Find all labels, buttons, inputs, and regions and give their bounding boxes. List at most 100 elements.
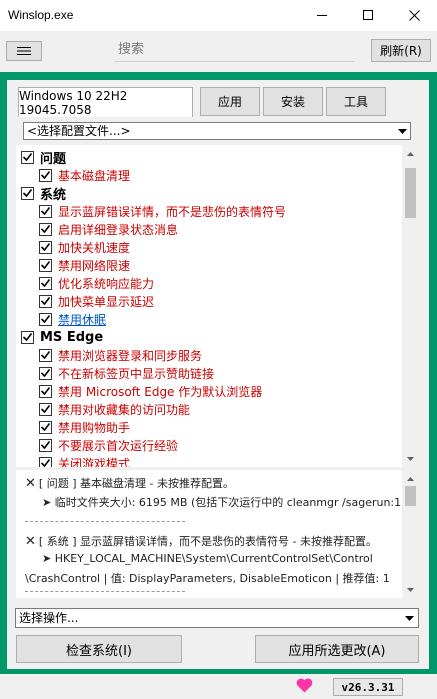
tree-group-ms-edge[interactable]: MS Edge xyxy=(21,328,103,346)
tree-item[interactable]: 禁用对收藏集的访问功能 xyxy=(39,400,190,418)
tree-item[interactable]: 不在新标签页中显示赞助链接 xyxy=(39,364,214,382)
tweak-tree: 问题 基本磁盘清理 系统 显示蓝屏错误详情，而不是悲伤的表情符号 启用详细登录状… xyxy=(16,145,419,467)
tree-scrollbar[interactable] xyxy=(402,145,419,467)
checkbox-checked-icon[interactable] xyxy=(39,456,52,467)
version-badge[interactable]: v26.3.31 xyxy=(333,678,403,696)
checkbox-checked-icon[interactable] xyxy=(39,366,52,380)
tree-item[interactable]: 启用详细登录状态消息 xyxy=(39,220,178,238)
heart-icon[interactable] xyxy=(296,678,313,696)
maximize-icon xyxy=(362,10,373,20)
log-output: ✕[ 问题 ] 基本磁盘清理 - 未按推荐配置。 ➤ 临时文件夹大小: 6195… xyxy=(16,470,419,598)
checkbox-checked-icon[interactable] xyxy=(39,222,52,236)
tree-item[interactable]: 优化系统响应能力 xyxy=(39,274,154,292)
checkbox-checked-icon[interactable] xyxy=(39,276,52,290)
scroll-down-icon[interactable] xyxy=(402,581,419,598)
log-line: ✕[ 问题 ] 基本磁盘清理 - 未按推荐配置。 xyxy=(25,476,234,491)
tree-group-label: 系统 xyxy=(40,187,67,203)
error-x-icon: ✕ xyxy=(25,476,36,491)
tree-item[interactable]: 禁用休眠 xyxy=(39,310,106,328)
refresh-button[interactable]: 刷新(R) xyxy=(371,39,431,62)
apply-changes-button[interactable]: 应用所选更改(A) xyxy=(255,635,419,663)
checkbox-checked-icon[interactable] xyxy=(21,150,34,164)
checkbox-checked-icon[interactable] xyxy=(39,348,52,362)
search-input[interactable] xyxy=(115,38,355,62)
close-button[interactable] xyxy=(391,0,437,31)
chevron-down-icon xyxy=(394,123,410,139)
checkbox-checked-icon[interactable] xyxy=(39,204,52,218)
maximize-button[interactable] xyxy=(345,0,391,31)
tree-item-label: 禁用购物助手 xyxy=(58,420,131,435)
tree-group-issues[interactable]: 问题 xyxy=(21,148,67,167)
tree-item-label: 加快关机速度 xyxy=(58,240,131,255)
tree-item[interactable]: 不要展示首次运行经验 xyxy=(39,436,178,454)
log-scrollbar[interactable] xyxy=(402,470,419,598)
scrollbar-thumb[interactable] xyxy=(405,168,416,218)
tree-item-label: 显示蓝屏错误详情，而不是悲伤的表情符号 xyxy=(58,204,287,219)
tree-item-label: 关闭游戏模式 xyxy=(58,456,131,468)
top-toolbar: 刷新(R) xyxy=(0,31,437,70)
tab-install[interactable]: 安装 xyxy=(263,87,323,116)
scroll-down-icon[interactable] xyxy=(402,450,419,467)
tree-item-label: 优化系统响应能力 xyxy=(58,276,155,291)
tree-item-label-link[interactable]: 禁用休眠 xyxy=(58,311,106,328)
checkbox-checked-icon[interactable] xyxy=(39,384,52,398)
tree-item-label: 基本磁盘清理 xyxy=(58,168,131,183)
minimize-icon xyxy=(316,15,327,16)
main-frame: Windows 10 22H2 19045.7058 应用 安装 工具 <选择配… xyxy=(0,72,437,674)
chevron-down-icon xyxy=(401,609,418,627)
action-select[interactable]: 选择操作... xyxy=(15,608,419,628)
tree-item-label: 禁用对收藏集的访问功能 xyxy=(58,402,191,417)
tree-item[interactable]: 基本磁盘清理 xyxy=(39,166,130,184)
log-separator xyxy=(25,591,185,592)
checkbox-checked-icon[interactable] xyxy=(39,168,52,182)
status-bar: v26.3.31 xyxy=(0,674,437,699)
tree-item-label: 不要展示首次运行经验 xyxy=(58,438,179,453)
scrollbar-thumb[interactable] xyxy=(405,486,416,506)
tree-item-label: 启用详细登录状态消息 xyxy=(58,222,179,237)
window-title: Winslop.exe xyxy=(8,8,74,22)
tab-apps[interactable]: 应用 xyxy=(200,87,260,116)
tree-item[interactable]: 禁用浏览器登录和同步服务 xyxy=(39,346,202,364)
tree-group-label: MS Edge xyxy=(40,329,104,345)
tree-item-label: 禁用浏览器登录和同步服务 xyxy=(58,348,203,363)
tree-item[interactable]: 关闭游戏模式 xyxy=(39,454,130,467)
scroll-up-icon[interactable] xyxy=(402,470,419,487)
tree-item-label: 加快菜单显示延迟 xyxy=(58,294,155,309)
hamburger-icon xyxy=(17,47,31,55)
menu-button[interactable] xyxy=(6,41,42,61)
close-icon xyxy=(408,10,420,21)
checkbox-checked-icon[interactable] xyxy=(21,330,34,344)
tab-windows-version[interactable]: Windows 10 22H2 19045.7058 xyxy=(18,87,193,117)
error-x-icon: ✕ xyxy=(25,534,36,549)
log-line: ➤ 临时文件夹大小: 6195 MB (包括下次运行中的 cleanmgr /s… xyxy=(42,496,406,509)
tab-tools[interactable]: 工具 xyxy=(326,87,386,116)
checkbox-checked-icon[interactable] xyxy=(39,258,52,272)
checkbox-checked-icon[interactable] xyxy=(39,294,52,308)
tree-item-label: 禁用 Microsoft Edge 作为默认浏览器 xyxy=(58,384,263,399)
title-bar: Winslop.exe xyxy=(0,0,437,31)
checkbox-checked-icon[interactable] xyxy=(39,240,52,254)
config-file-select-value: <选择配置文件...> xyxy=(27,124,131,138)
tree-item[interactable]: 加快关机速度 xyxy=(39,238,130,256)
checkbox-checked-icon[interactable] xyxy=(21,186,34,200)
checkbox-checked-icon[interactable] xyxy=(39,312,52,326)
minimize-button[interactable] xyxy=(299,0,345,31)
config-file-select[interactable]: <选择配置文件...> xyxy=(23,122,411,140)
scroll-up-icon[interactable] xyxy=(402,145,419,162)
tree-item[interactable]: 显示蓝屏错误详情，而不是悲伤的表情符号 xyxy=(39,202,286,220)
checkbox-checked-icon[interactable] xyxy=(39,402,52,416)
tree-item-label: 禁用网络限速 xyxy=(58,258,131,273)
tree-item[interactable]: 禁用购物助手 xyxy=(39,418,130,436)
tree-item[interactable]: 禁用网络限速 xyxy=(39,256,130,274)
checkbox-checked-icon[interactable] xyxy=(39,420,52,434)
tree-item[interactable]: 禁用 Microsoft Edge 作为默认浏览器 xyxy=(39,382,262,400)
tree-group-label: 问题 xyxy=(40,151,67,167)
log-line: \CrashControl | 值: DisplayParameters, Di… xyxy=(25,572,390,585)
tree-group-system[interactable]: 系统 xyxy=(21,184,67,203)
main-panel: Windows 10 22H2 19045.7058 应用 安装 工具 <选择配… xyxy=(7,80,429,669)
tree-item[interactable]: 加快菜单显示延迟 xyxy=(39,292,154,310)
checkbox-checked-icon[interactable] xyxy=(39,438,52,452)
tree-item-label: 不在新标签页中显示赞助链接 xyxy=(58,366,215,381)
check-system-button[interactable]: 检查系统(I) xyxy=(16,635,182,663)
action-select-value: 选择操作... xyxy=(19,611,79,625)
